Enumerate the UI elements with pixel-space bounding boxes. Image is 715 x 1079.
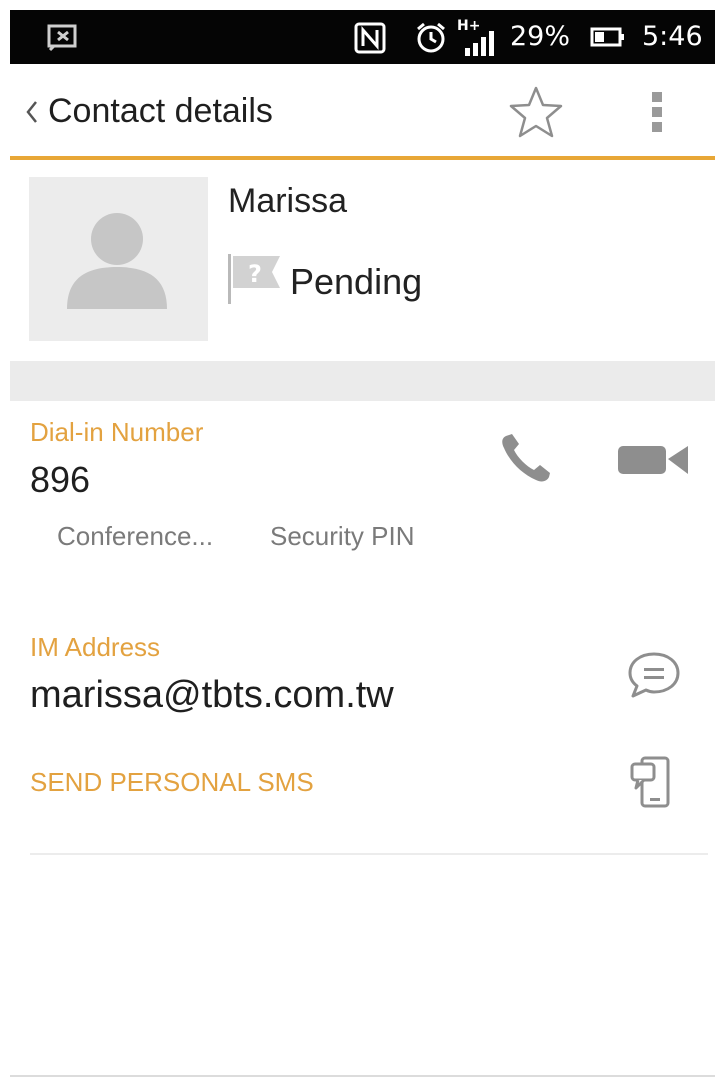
contact-name: Marissa — [228, 182, 348, 220]
action-bar: Contact details — [10, 64, 715, 156]
nfc-icon — [354, 22, 386, 54]
dial-in-label: Dial-in Number — [30, 417, 204, 447]
phone-icon[interactable] — [498, 432, 556, 484]
clock: 5:46 — [642, 21, 703, 52]
page-title: Contact details — [48, 92, 273, 130]
conference-label[interactable]: Conference... — [57, 521, 213, 552]
unknown-status-flag-icon: ? — [228, 254, 280, 304]
im-address-label: IM Address — [30, 632, 161, 662]
alarm-icon — [417, 22, 445, 53]
svg-text:?: ? — [248, 260, 262, 288]
default-person-icon — [67, 213, 167, 309]
section-separator — [10, 361, 715, 401]
list-divider — [30, 853, 708, 855]
send-sms-row[interactable]: SEND PERSONAL SMS — [10, 750, 708, 820]
star-outline-icon[interactable] — [507, 84, 565, 140]
avatar[interactable] — [29, 177, 208, 341]
im-address-value[interactable]: marissa@tbts.com.tw — [30, 674, 394, 717]
battery-percent: 29% — [510, 21, 571, 52]
presence-status: Pending — [290, 261, 423, 302]
more-vertical-icon[interactable] — [650, 90, 664, 134]
dial-in-number[interactable]: 896 — [30, 459, 90, 501]
back-button[interactable]: Contact details — [10, 64, 340, 156]
action-bar-accent-line — [10, 156, 715, 160]
video-camera-icon[interactable] — [616, 441, 690, 477]
signal-icon — [465, 31, 494, 56]
mobile-message-icon — [630, 756, 670, 808]
battery-icon — [590, 27, 624, 47]
chat-bubble-icon[interactable] — [626, 650, 682, 700]
status-bar: H+ 29% 5:46 — [10, 10, 715, 64]
bottom-divider — [10, 1075, 715, 1077]
security-pin-label[interactable]: Security PIN — [270, 521, 415, 552]
send-sms-label: SEND PERSONAL SMS — [30, 767, 314, 797]
notification-app-icon — [47, 24, 77, 52]
chevron-left-icon — [26, 101, 37, 123]
